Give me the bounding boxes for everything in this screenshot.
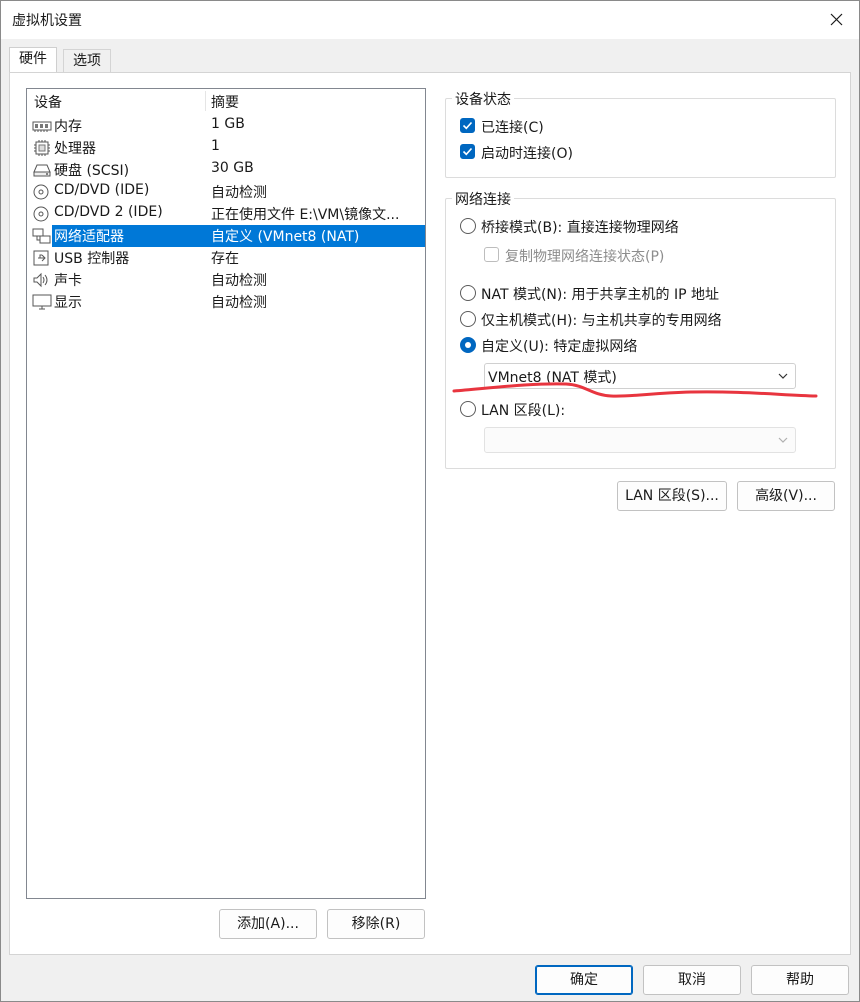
device-summary: 1 GB	[211, 116, 245, 132]
custom-radio[interactable]	[460, 337, 476, 353]
cd-dvd-icon	[33, 206, 49, 222]
device-name: 内存	[54, 119, 82, 135]
column-header-summary[interactable]: 摘要	[211, 92, 239, 112]
device-name: CD/DVD (IDE)	[54, 182, 150, 198]
column-separator[interactable]	[205, 91, 206, 111]
host-only-label: 仅主机模式(H): 与主机共享的专用网络	[481, 313, 722, 329]
device-summary: 自定义 (VMnet8 (NAT)	[211, 229, 360, 245]
window-title: 虚拟机设置	[12, 13, 82, 29]
tab-hardware[interactable]: 硬件	[9, 47, 57, 73]
device-name: USB 控制器	[54, 251, 130, 267]
device-row-network-adapter[interactable]: 网络适配器 自定义 (VMnet8 (NAT)	[27, 225, 425, 247]
bridged-radio[interactable]	[460, 218, 476, 234]
device-row-processor[interactable]: 处理器 1	[27, 137, 425, 159]
vm-settings-window: 虚拟机设置 硬件 选项 设备 摘要 内存 1 GB 处理器 1 硬盘 (SCSI…	[0, 0, 860, 1002]
chevron-down-icon	[778, 437, 788, 443]
advanced-button[interactable]: 高级(V)...	[737, 481, 835, 511]
device-row-sound-card[interactable]: 声卡 自动检测	[27, 269, 425, 291]
red-underline-annotation	[452, 382, 818, 398]
device-row-cd-dvd[interactable]: CD/DVD (IDE) 自动检测	[27, 181, 425, 203]
device-name: CD/DVD 2 (IDE)	[54, 204, 163, 220]
device-status-group: 设备状态	[445, 89, 836, 178]
speaker-icon	[33, 272, 48, 288]
nat-label: NAT 模式(N): 用于共享主机的 IP 地址	[481, 287, 719, 303]
check-icon	[462, 147, 473, 156]
device-summary: 1	[211, 138, 220, 154]
cd-dvd-icon	[33, 184, 49, 200]
usb-icon	[33, 250, 49, 266]
device-summary: 自动检测	[211, 185, 267, 201]
device-summary: 30 GB	[211, 160, 254, 176]
ok-button[interactable]: 确定	[535, 965, 633, 995]
title-bar: 虚拟机设置	[1, 1, 859, 39]
host-only-radio[interactable]	[460, 311, 476, 327]
network-connection-title: 网络连接	[452, 189, 514, 209]
device-summary: 自动检测	[211, 295, 267, 311]
device-name: 显示	[54, 295, 82, 311]
tab-bar: 硬件 选项	[1, 39, 859, 73]
nat-radio[interactable]	[460, 285, 476, 301]
list-header: 设备 摘要	[27, 89, 425, 113]
help-button[interactable]: 帮助	[751, 965, 849, 995]
monitor-icon	[32, 294, 52, 310]
connect-at-power-on-label: 启动时连接(O)	[481, 146, 573, 162]
memory-icon	[32, 121, 52, 132]
bridged-label: 桥接模式(B): 直接连接物理网络	[481, 220, 679, 236]
replicate-state-label: 复制物理网络连接状态(P)	[505, 249, 665, 265]
device-row-memory[interactable]: 内存 1 GB	[27, 115, 425, 137]
device-rows: 内存 1 GB 处理器 1 硬盘 (SCSI) 30 GB CD/DVD (ID…	[27, 115, 425, 313]
device-summary: 正在使用文件 E:\VM\镜像文...	[211, 207, 400, 223]
device-name: 声卡	[54, 273, 82, 289]
lan-segment-radio[interactable]	[460, 401, 476, 417]
lan-segments-button[interactable]: LAN 区段(S)...	[617, 481, 727, 511]
check-icon	[462, 121, 473, 130]
cancel-button[interactable]: 取消	[643, 965, 741, 995]
device-summary: 自动检测	[211, 273, 267, 289]
device-row-hard-disk[interactable]: 硬盘 (SCSI) 30 GB	[27, 159, 425, 181]
connect-at-power-on-checkbox[interactable]	[460, 144, 475, 159]
device-name: 硬盘 (SCSI)	[54, 163, 130, 179]
lan-segment-select[interactable]	[484, 427, 796, 453]
device-name: 网络适配器	[54, 229, 124, 245]
device-row-usb[interactable]: USB 控制器 存在	[27, 247, 425, 269]
tab-options[interactable]: 选项	[63, 49, 111, 73]
processor-icon	[34, 140, 50, 156]
custom-label: 自定义(U): 特定虚拟网络	[481, 339, 638, 355]
connected-checkbox[interactable]	[460, 118, 475, 133]
device-name: 处理器	[54, 141, 96, 157]
device-status-title: 设备状态	[452, 89, 514, 109]
device-row-cd-dvd-2[interactable]: CD/DVD 2 (IDE) 正在使用文件 E:\VM\镜像文...	[27, 203, 425, 225]
remove-device-button[interactable]: 移除(R)	[327, 909, 425, 939]
column-header-device[interactable]: 设备	[34, 92, 62, 112]
replicate-state-checkbox[interactable]	[484, 247, 499, 262]
connected-label: 已连接(C)	[481, 120, 544, 136]
network-adapter-icon	[32, 228, 51, 244]
device-summary: 存在	[211, 251, 239, 267]
hard-disk-icon	[33, 164, 51, 177]
device-list[interactable]: 设备 摘要 内存 1 GB 处理器 1 硬盘 (SCSI) 30 GB CD/D…	[26, 88, 426, 899]
add-device-button[interactable]: 添加(A)...	[219, 909, 317, 939]
device-row-display[interactable]: 显示 自动检测	[27, 291, 425, 313]
lan-segment-label: LAN 区段(L):	[481, 403, 566, 419]
close-icon	[830, 13, 843, 26]
close-button[interactable]	[813, 1, 859, 39]
